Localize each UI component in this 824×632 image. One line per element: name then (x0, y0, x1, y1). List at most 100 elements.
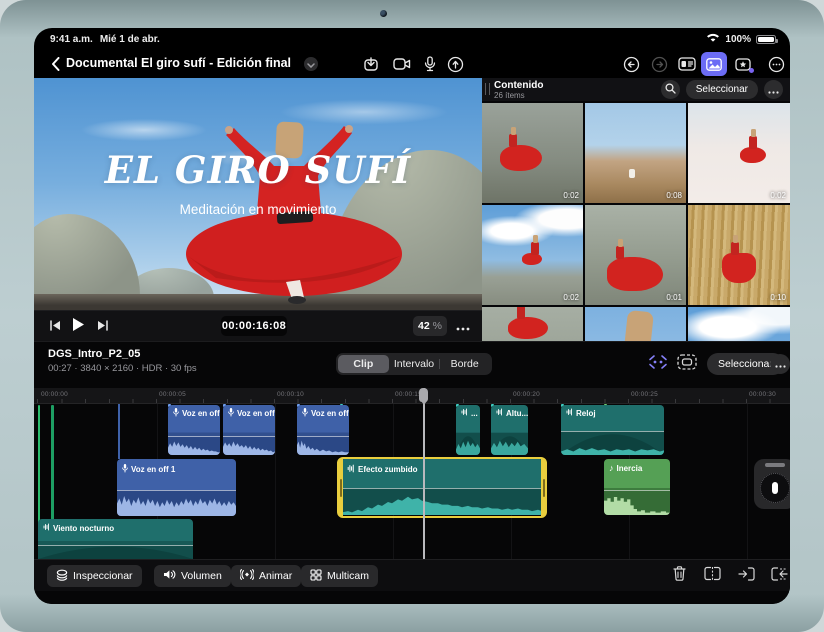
connect-clips-button[interactable] (646, 353, 670, 375)
microphone-icon (302, 408, 308, 419)
red-dervish-figure (500, 145, 542, 171)
undo-button[interactable] (618, 52, 644, 76)
skip-back-icon (49, 318, 61, 336)
panel-grab-handle[interactable] (485, 83, 490, 95)
clip-label: Voz en off 2 (182, 409, 220, 418)
photo-icon (706, 58, 722, 71)
connect-icon (648, 354, 668, 375)
browser-more-button[interactable] (764, 80, 783, 99)
timeline-section: DGS_Intro_P2_05 00:27 · 3840 × 2160 · HD… (34, 341, 790, 604)
playhead-line[interactable] (423, 388, 425, 559)
search-button[interactable] (661, 80, 680, 99)
media-thumbnail[interactable] (688, 307, 790, 341)
clip-viento-nocturno[interactable]: Viento nocturno (38, 519, 193, 559)
live-drawing-button[interactable] (442, 52, 468, 76)
playhead-handle[interactable] (419, 388, 428, 402)
media-thumbnail[interactable] (482, 307, 583, 341)
back-button[interactable] (42, 52, 68, 76)
viewer-zoom-control[interactable]: 42 % (413, 316, 447, 336)
clip-altura[interactable]: Altu... (491, 405, 528, 455)
browser-item-count: 26 ítems (494, 91, 525, 100)
timeline-tracks: Voz en off 2 Voz en off 2 Voz en off 3 .… (34, 404, 790, 559)
clip-efecto-zumbido[interactable]: Efecto zumbido (342, 459, 542, 515)
jog-dial[interactable] (760, 473, 790, 503)
animate-button[interactable]: Animar (231, 565, 301, 587)
red-dervish-figure (607, 257, 663, 291)
ellipsis-icon (456, 318, 470, 336)
voiceover-button[interactable] (417, 52, 443, 76)
ruler-label: 00:00:00 (41, 391, 68, 398)
insert-overwrite-button[interactable] (734, 564, 758, 588)
ellipsis-icon (768, 56, 785, 73)
tab-intervalo[interactable]: Intervalo (389, 355, 440, 373)
chevron-left-icon (51, 57, 60, 71)
jog-wheel[interactable] (754, 459, 790, 509)
clip-duration: 0:02 (563, 191, 579, 200)
skip-back-button[interactable] (44, 311, 66, 342)
play-button[interactable] (67, 311, 89, 342)
pencil-circle-icon (447, 56, 464, 73)
redo-icon (651, 56, 668, 73)
front-camera (380, 10, 387, 17)
viewer-overlay-title: EL GIRO SUFÍ (34, 148, 482, 192)
trim-handle-right[interactable] (541, 459, 546, 516)
blade-split-button[interactable] (700, 564, 724, 588)
video-viewer[interactable]: EL GIRO SUFÍ Meditación en movimiento (34, 78, 482, 310)
microphone-icon (228, 408, 234, 419)
media-thumbnail[interactable]: 0:08 (585, 103, 686, 203)
volume-button[interactable]: Volumen (154, 565, 231, 587)
clip-label: Efecto zumbido (358, 465, 418, 474)
media-thumbnail[interactable]: 0:02 (482, 205, 583, 305)
append-clip-button[interactable] (767, 564, 790, 588)
media-thumbnail[interactable]: 0:02 (482, 103, 583, 203)
media-thumbnail[interactable]: 0:10 (688, 205, 790, 305)
record-button[interactable] (389, 52, 415, 76)
project-title: Documental El giro sufí - Edición final (66, 56, 291, 70)
clip-voz-en-off-3[interactable]: Voz en off 3 (297, 405, 349, 455)
clip-duration: 0:10 (770, 293, 786, 302)
tab-clip[interactable]: Clip (338, 355, 389, 373)
timeline-more-button[interactable] (770, 354, 790, 374)
inspector-icon (56, 569, 68, 584)
white-dervish-figure (629, 169, 635, 178)
clip-voz-en-off-1[interactable]: Voz en off 1 (117, 459, 236, 516)
inspector-toggle-button[interactable] (674, 52, 700, 76)
clip-connector-line (118, 404, 120, 459)
clip-voz-en-off-2a[interactable]: Voz en off 2 (168, 405, 220, 455)
ellipsis-icon (768, 81, 779, 99)
timeline-toolbar: Inspeccionar Volumen Animar Multicam (34, 559, 790, 591)
ruler-label: 00:00:10 (277, 391, 304, 398)
import-button[interactable] (358, 52, 384, 76)
redo-button[interactable] (646, 52, 672, 76)
skip-forward-icon (97, 318, 109, 336)
media-thumbnail[interactable]: 0:02 (688, 103, 790, 203)
clip-fx-truncated[interactable]: ... (456, 405, 480, 455)
media-thumbnail[interactable] (585, 307, 686, 341)
audio-wave-icon (496, 408, 503, 418)
clip-reloj[interactable]: Reloj (561, 405, 664, 455)
clip-inercia[interactable]: ♪Inercia (604, 459, 670, 515)
viewer-more-button[interactable] (452, 311, 474, 342)
media-browser-button[interactable] (701, 52, 727, 76)
ruler-label: 00:00:30 (749, 391, 776, 398)
media-thumbnail[interactable]: 0:01 (585, 205, 686, 305)
audio-wave-icon (347, 464, 355, 475)
multicam-button[interactable]: Multicam (301, 565, 378, 587)
tab-borde[interactable]: Borde (439, 355, 490, 373)
overlay-picture-button[interactable] (675, 353, 699, 375)
skip-forward-button[interactable] (92, 311, 114, 342)
browser-select-button[interactable]: Seleccionar (686, 80, 758, 99)
clip-voz-en-off-2b[interactable]: Voz en off 2 (223, 405, 275, 455)
speaker-icon (163, 569, 176, 583)
trim-handle-left[interactable] (338, 459, 343, 516)
export-button[interactable] (731, 52, 757, 76)
clip-duration: 0:02 (770, 191, 786, 200)
selected-clip-wrapper[interactable]: Efecto zumbido (337, 457, 547, 518)
delete-button[interactable] (667, 564, 691, 588)
timeline-ruler[interactable]: 00:00:00 00:00:05 00:00:10 00:00:15 00:0… (34, 388, 790, 404)
more-button[interactable] (763, 52, 789, 76)
inspect-button[interactable]: Inspeccionar (47, 565, 142, 587)
title-menu-button[interactable] (304, 57, 318, 71)
blade-icon (704, 566, 721, 586)
timecode-display[interactable]: 00:00:16:08 (221, 316, 287, 336)
